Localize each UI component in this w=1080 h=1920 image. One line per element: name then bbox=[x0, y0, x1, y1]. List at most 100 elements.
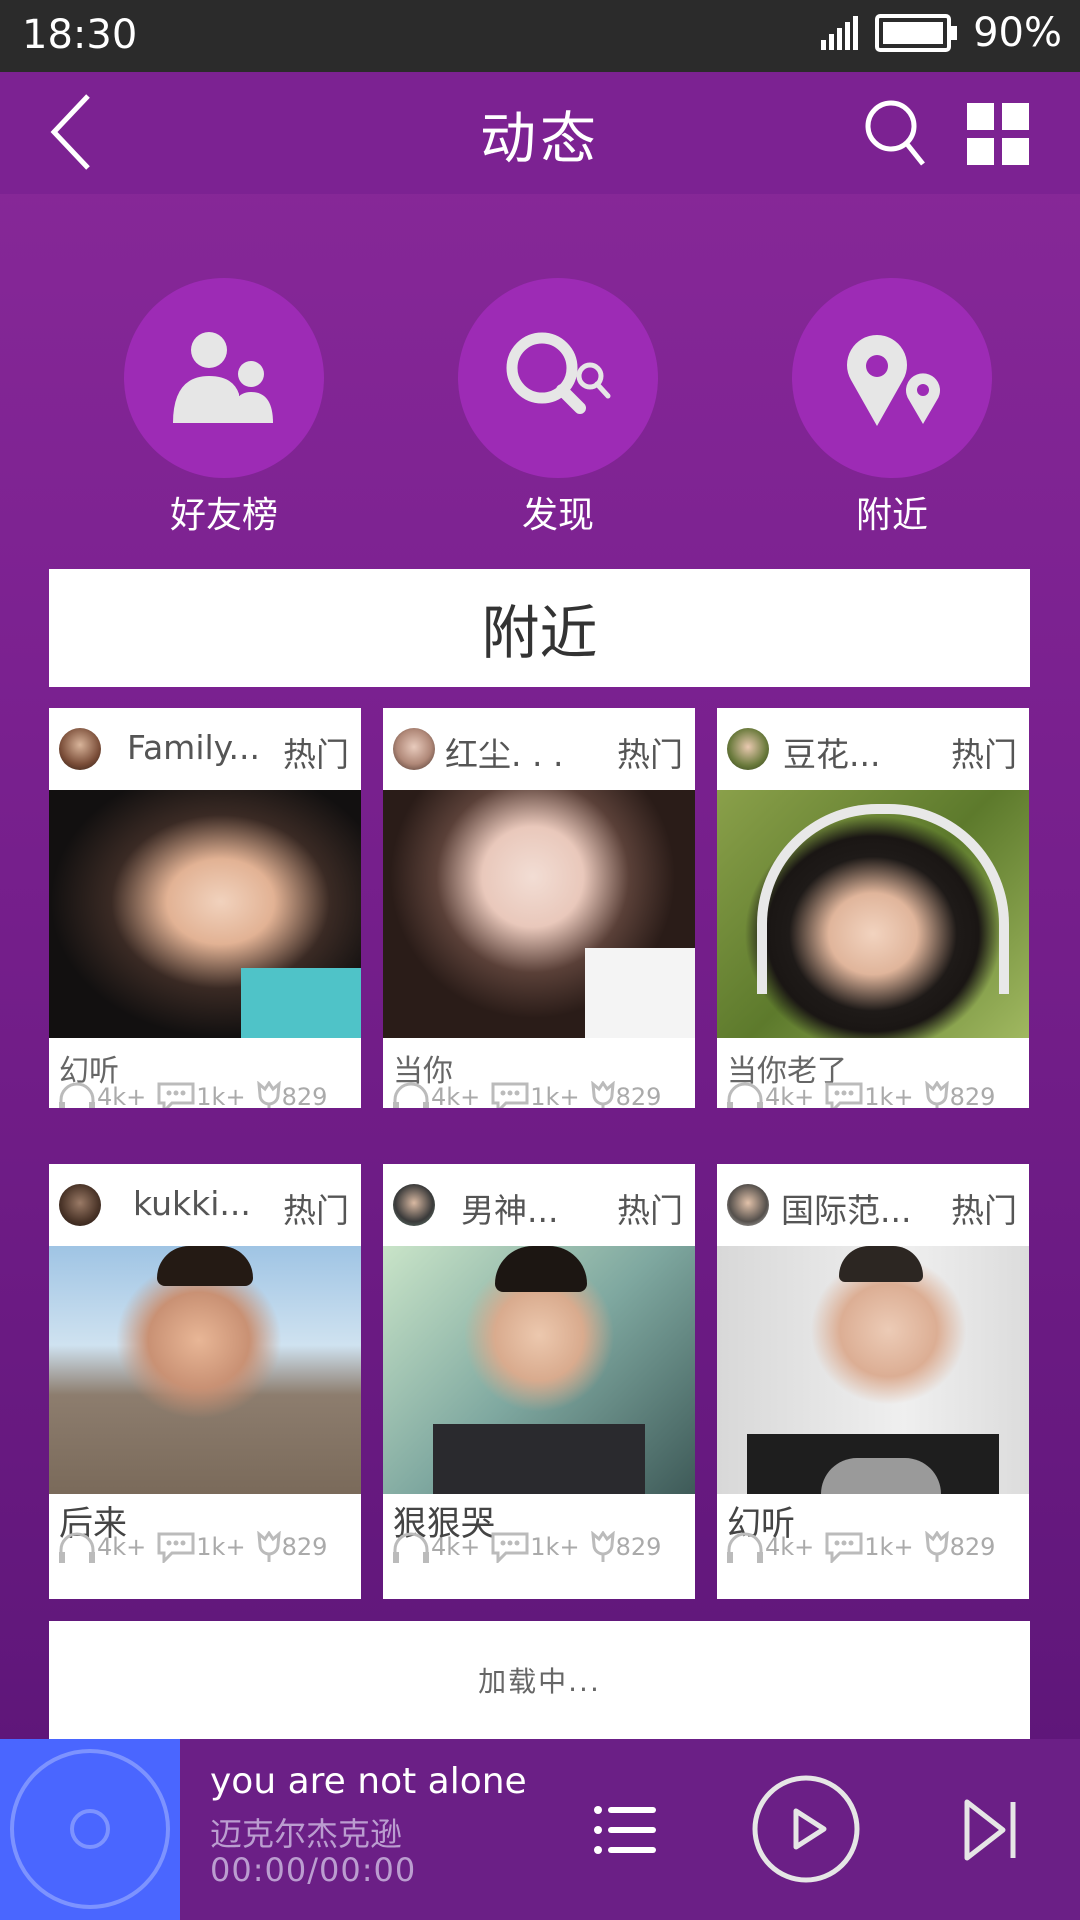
listen-count-value: 4k+ bbox=[765, 1083, 815, 1108]
shortcut-nearby[interactable]: 附近 bbox=[792, 278, 992, 538]
comment-count: 1k+ bbox=[156, 1531, 246, 1563]
card-header: Family... 热门 bbox=[49, 708, 361, 790]
listen-count: 4k+ bbox=[57, 1080, 146, 1108]
status-right: 90% bbox=[821, 10, 1062, 56]
feed-card[interactable]: 国际范... 热门 幻听 4k+ 1k+ 829 bbox=[717, 1164, 1029, 1599]
card-username[interactable]: 红尘. . . bbox=[445, 728, 563, 776]
hot-badge: 热门 bbox=[617, 735, 683, 774]
card-header: 红尘. . . 热门 bbox=[383, 708, 695, 790]
card-photo[interactable] bbox=[383, 1246, 695, 1494]
card-username[interactable]: 男神... bbox=[461, 1184, 558, 1232]
shortcut-discover-circle[interactable] bbox=[458, 278, 658, 478]
headphones-icon bbox=[393, 1532, 429, 1563]
feed-card[interactable]: 男神... 热门 狠狠哭 4k+ 1k+ 829 bbox=[383, 1164, 695, 1599]
shortcut-row: 好友榜 发现 附近 bbox=[0, 278, 1080, 538]
comment-count: 1k+ bbox=[490, 1081, 580, 1108]
card-username[interactable]: 豆花... bbox=[783, 728, 880, 776]
battery-percent: 90% bbox=[973, 10, 1062, 56]
flower-like-icon bbox=[924, 1081, 949, 1108]
feed-card[interactable]: kukki... 热门 后来 4k+ 1k+ 829 bbox=[49, 1164, 361, 1599]
card-photo[interactable] bbox=[717, 1246, 1029, 1494]
avatar[interactable] bbox=[727, 1184, 769, 1226]
comment-count: 1k+ bbox=[824, 1531, 914, 1563]
headphones-photo-band bbox=[757, 804, 1009, 994]
shortcut-discover[interactable]: 发现 bbox=[458, 278, 658, 538]
like-count: 829 bbox=[256, 1081, 327, 1108]
flower-like-icon bbox=[590, 1531, 615, 1562]
shortcut-discover-label: 发现 bbox=[521, 495, 594, 536]
listen-count-value: 4k+ bbox=[97, 1533, 147, 1561]
skip-next-icon bbox=[964, 1799, 1016, 1861]
shortcut-friends[interactable]: 好友榜 bbox=[124, 278, 324, 538]
like-count-value: 829 bbox=[949, 1533, 996, 1561]
search-icon bbox=[865, 100, 925, 166]
shortcut-friends-circle[interactable] bbox=[124, 278, 324, 478]
playlist-button[interactable] bbox=[590, 1795, 660, 1865]
player-time: 00:00/00:00 bbox=[210, 1851, 417, 1889]
avatar[interactable] bbox=[727, 728, 769, 770]
card-stats: 4k+ 1k+ 829 bbox=[725, 1080, 1005, 1108]
next-button[interactable] bbox=[956, 1795, 1026, 1865]
avatar[interactable] bbox=[393, 1184, 435, 1226]
card-username[interactable]: Family... bbox=[127, 728, 260, 767]
disc-icon bbox=[10, 1749, 170, 1909]
like-count: 829 bbox=[924, 1531, 996, 1563]
flower-like-icon bbox=[924, 1531, 949, 1562]
card-stats: 4k+ 1k+ 829 bbox=[391, 1530, 671, 1564]
like-count-value: 829 bbox=[949, 1083, 996, 1108]
comment-icon bbox=[491, 1082, 529, 1108]
photo-shirt bbox=[241, 968, 361, 1038]
grid-menu-button[interactable] bbox=[966, 102, 1030, 166]
comment-count-value: 1k+ bbox=[196, 1533, 246, 1561]
signal-icon bbox=[821, 16, 859, 50]
card-photo[interactable] bbox=[717, 790, 1029, 1038]
feed-card[interactable]: 红尘. . . 热门 当你 4k+ 1k+ 829 bbox=[383, 708, 695, 1108]
card-stats: 4k+ 1k+ 829 bbox=[57, 1530, 337, 1564]
comment-icon bbox=[157, 1082, 195, 1108]
avatar[interactable] bbox=[59, 1184, 101, 1226]
comment-icon bbox=[825, 1082, 863, 1108]
card-username[interactable]: kukki... bbox=[133, 1184, 251, 1223]
feed-card[interactable]: Family... 热门 幻听 4k+ 1k+ 829 bbox=[49, 708, 361, 1108]
like-count-value: 829 bbox=[615, 1083, 662, 1108]
album-art[interactable] bbox=[0, 1739, 180, 1920]
card-header: 国际范... 热门 bbox=[717, 1164, 1029, 1246]
listen-count-value: 4k+ bbox=[765, 1533, 815, 1561]
status-bar: 18:30 90% bbox=[0, 0, 1080, 72]
play-icon bbox=[752, 1775, 860, 1883]
headphones-icon bbox=[727, 1082, 763, 1108]
like-count: 829 bbox=[256, 1531, 328, 1563]
avatar[interactable] bbox=[393, 728, 435, 770]
playlist-icon bbox=[594, 1806, 656, 1854]
listen-count: 4k+ bbox=[391, 1080, 480, 1108]
comment-count: 1k+ bbox=[156, 1081, 246, 1108]
listen-count-value: 4k+ bbox=[431, 1083, 481, 1108]
search-button[interactable] bbox=[860, 98, 930, 168]
card-photo[interactable] bbox=[383, 790, 695, 1038]
listen-count-value: 4k+ bbox=[97, 1083, 147, 1108]
nearby-location-icon bbox=[847, 335, 940, 426]
avatar[interactable] bbox=[59, 728, 101, 770]
mini-player[interactable]: you are not alone 迈克尔杰克逊 00:00/00:00 bbox=[0, 1739, 1080, 1920]
comment-count-value: 1k+ bbox=[864, 1083, 914, 1108]
grid-icon bbox=[967, 103, 1029, 165]
card-header: 男神... 热门 bbox=[383, 1164, 695, 1246]
feed-card[interactable]: 豆花... 热门 当你老了 4k+ 1k+ 829 bbox=[717, 708, 1029, 1108]
card-photo[interactable] bbox=[49, 1246, 361, 1494]
card-username[interactable]: 国际范... bbox=[781, 1184, 911, 1232]
friends-icon bbox=[173, 332, 273, 423]
like-count: 829 bbox=[590, 1531, 661, 1563]
photo-vinyl bbox=[821, 1458, 941, 1494]
listen-count-value: 4k+ bbox=[431, 1533, 481, 1561]
player-song-title: you are not alone bbox=[210, 1761, 527, 1802]
headphones-icon bbox=[393, 1082, 429, 1108]
card-photo[interactable] bbox=[49, 790, 361, 1038]
card-stats: 4k+ 1k+ 829 bbox=[725, 1530, 1005, 1564]
shortcut-nearby-circle[interactable] bbox=[792, 278, 992, 478]
photo-shirt bbox=[585, 948, 695, 1038]
listen-count: 4k+ bbox=[57, 1530, 146, 1564]
listen-count: 4k+ bbox=[725, 1530, 814, 1564]
play-button[interactable] bbox=[750, 1773, 862, 1885]
like-count-value: 829 bbox=[281, 1533, 328, 1561]
discover-search-icon bbox=[506, 332, 611, 414]
